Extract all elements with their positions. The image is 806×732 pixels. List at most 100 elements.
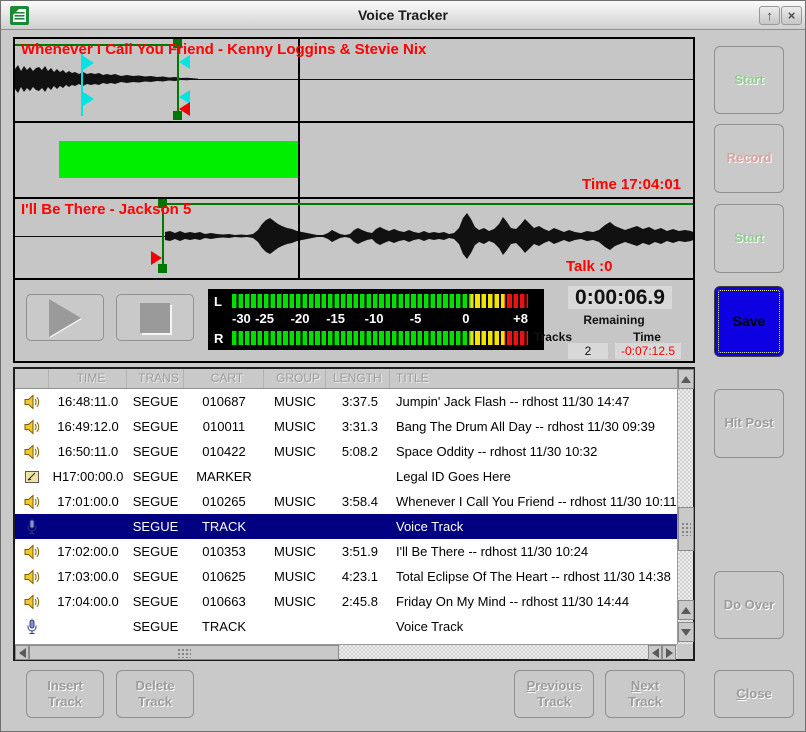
vu-right-leds [232, 331, 528, 345]
cell-title: Voice Track [390, 614, 677, 639]
next-track-button[interactable]: Next Track [605, 670, 685, 718]
playlist-row[interactable]: 17:01:00.0SEGUE010265MUSIC3:58.4Whenever… [15, 489, 677, 514]
previous-track-button[interactable]: Previous Track [514, 670, 594, 718]
track1-waveform-panel[interactable]: Whenever I Call You Friend - Kenny Loggi… [15, 39, 693, 121]
scroll-right-button[interactable] [662, 645, 676, 660]
track1-title: Whenever I Call You Friend - Kenny Loggi… [21, 41, 426, 58]
transport-strip: L -30-25-20-15-10-50+8 R 0:00:06.9 Remai… [15, 280, 693, 361]
cell-cart: 010011 [184, 414, 264, 439]
cell-time [49, 514, 127, 539]
insert-track-button[interactable]: InsertTrack [26, 670, 104, 718]
speaker-icon [15, 489, 49, 514]
voice-track-panel[interactable]: Time 17:04:01 [15, 123, 693, 197]
stop-icon [140, 303, 170, 333]
record-button[interactable]: Record [714, 124, 784, 193]
playlist-row[interactable]: H17:00:00.0SEGUEMARKERLegal ID Goes Here [15, 464, 677, 489]
cell-length [326, 614, 390, 639]
play-button[interactable] [26, 294, 104, 341]
remaining-label: Remaining [554, 313, 674, 327]
cell-cart: 010663 [184, 589, 264, 614]
speaker-icon [15, 564, 49, 589]
track2-level-line[interactable] [162, 203, 693, 205]
speaker-icon [15, 389, 49, 414]
scroll-up-button-2[interactable] [678, 600, 694, 620]
playlist-row[interactable]: 16:49:12.0SEGUE010011MUSIC3:31.3Bang The… [15, 414, 677, 439]
playlist-row[interactable]: 16:48:11.0SEGUE010687MUSIC3:37.5Jumpin' … [15, 389, 677, 414]
horizontal-scrollbar[interactable] [15, 644, 677, 659]
playlist-row[interactable]: 17:04:00.0SEGUE010663MUSIC2:45.8Friday O… [15, 589, 677, 614]
delete-track-button[interactable]: DeleteTrack [116, 670, 194, 718]
do-over-button[interactable]: Do Over [714, 571, 784, 639]
cell-time [49, 614, 127, 639]
cell-group [264, 514, 326, 539]
cell-group: MUSIC [264, 589, 326, 614]
hit-post-button[interactable]: Hit Post [714, 389, 784, 458]
playlist-row[interactable]: 17:02:00.0SEGUE010353MUSIC3:51.9I'll Be … [15, 539, 677, 564]
voice-track-region[interactable] [59, 141, 298, 178]
play-icon [49, 299, 81, 337]
column-header-time[interactable]: TIME [49, 369, 127, 388]
scroll-left-button[interactable] [15, 645, 29, 660]
vertical-scrollbar[interactable] [677, 369, 693, 644]
track2-start-handle-bottom[interactable] [158, 264, 167, 273]
cell-trans: SEGUE [127, 564, 184, 589]
playlist-row[interactable]: 17:03:00.0SEGUE010625MUSIC4:23.1Total Ec… [15, 564, 677, 589]
vu-right-label: R [214, 331, 230, 346]
cell-length: 3:58.4 [326, 489, 390, 514]
vu-scale-label: +8 [513, 311, 528, 326]
cell-cart: TRACK [184, 514, 264, 539]
mic-icon [15, 514, 49, 539]
vu-scale-label: -15 [326, 311, 345, 326]
cell-title: Space Oddity -- rdhost 11/30 10:32 [390, 439, 677, 464]
fade-cue-handle-bottom[interactable] [83, 92, 94, 106]
talk-label: Talk :0 [566, 258, 612, 275]
scroll-up-button[interactable] [678, 369, 694, 389]
track2-waveform-panel[interactable]: I'll Be There - Jackson 5 Talk :0 [15, 199, 693, 278]
cell-length: 3:37.5 [326, 389, 390, 414]
cell-trans: SEGUE [127, 589, 184, 614]
column-header-trans[interactable]: TRANS [127, 369, 184, 388]
column-header-icon[interactable] [15, 369, 49, 388]
cell-time: 16:49:12.0 [49, 414, 127, 439]
cell-length: 5:08.2 [326, 439, 390, 464]
track2-start-marker[interactable] [151, 251, 162, 265]
fade-cue-handle-top[interactable] [83, 56, 94, 70]
stop-button[interactable] [116, 294, 194, 341]
start1-button[interactable]: Start [714, 46, 784, 114]
save-button[interactable]: Save [714, 286, 784, 357]
segue-end-marker[interactable] [179, 102, 190, 116]
scrollbar-corner [677, 644, 693, 659]
close-icon[interactable]: × [781, 6, 802, 25]
playlist-row[interactable]: SEGUETRACKVoice Track [15, 614, 677, 639]
log-table: TIMETRANSCARTGROUPLENGTHTITLE 16:48:11.0… [13, 367, 695, 661]
playlist-row[interactable]: SEGUETRACKVoice Track [15, 514, 677, 539]
cell-title: Jumpin' Jack Flash -- rdhost 11/30 14:47 [390, 389, 677, 414]
cell-title: I'll Be There -- rdhost 11/30 10:24 [390, 539, 677, 564]
column-header-length[interactable]: LENGTH [326, 369, 390, 388]
track1-centerline [15, 79, 693, 80]
vu-left-leds [232, 294, 528, 308]
cell-cart: 010422 [184, 439, 264, 464]
speaker-icon [15, 589, 49, 614]
playlist-body: 16:48:11.0SEGUE010687MUSIC3:37.5Jumpin' … [15, 389, 677, 644]
maximize-icon[interactable]: ↑ [759, 6, 780, 25]
cell-time: 17:01:00.0 [49, 489, 127, 514]
start2-button[interactable]: Start [714, 204, 784, 273]
scroll-down-button[interactable] [678, 622, 694, 642]
waveform-frame: Whenever I Call You Friend - Kenny Loggi… [13, 37, 695, 363]
cell-cart: MARKER [184, 464, 264, 489]
cell-trans: SEGUE [127, 414, 184, 439]
cell-title: Whenever I Call You Friend -- rdhost 11/… [390, 489, 677, 514]
segue-point-divider [298, 39, 300, 278]
scroll-left-button-2[interactable] [648, 645, 662, 660]
cell-time: 16:48:11.0 [49, 389, 127, 414]
cell-cart: TRACK [184, 614, 264, 639]
column-header-cart[interactable]: CART [184, 369, 264, 388]
horizontal-scroll-thumb[interactable] [29, 645, 339, 660]
playlist-row[interactable]: 16:50:11.0SEGUE010422MUSIC5:08.2Space Od… [15, 439, 677, 464]
column-header-group[interactable]: GROUP [264, 369, 326, 388]
vertical-scroll-thumb[interactable] [678, 507, 694, 551]
column-header-title[interactable]: TITLE [390, 369, 677, 388]
close-button[interactable]: Close [714, 670, 794, 718]
cell-length [326, 464, 390, 489]
